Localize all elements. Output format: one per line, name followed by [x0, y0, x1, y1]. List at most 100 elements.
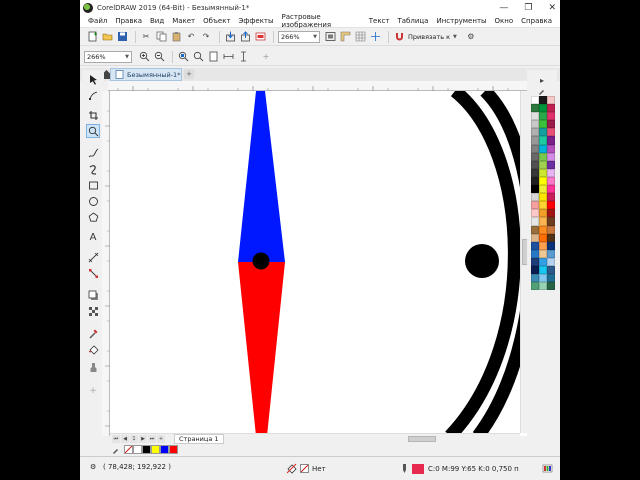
- palette-swatch[interactable]: [547, 120, 555, 129]
- page-count-icon[interactable]: 1: [130, 434, 138, 443]
- palette-swatch[interactable]: [547, 257, 555, 266]
- palette-swatch[interactable]: [547, 274, 555, 283]
- show-rulers-icon[interactable]: [339, 31, 351, 43]
- ellipse-tool-icon[interactable]: [86, 194, 100, 208]
- palette-swatch[interactable]: [531, 136, 539, 145]
- palette-swatch[interactable]: [531, 241, 539, 250]
- palette-swatch[interactable]: [531, 112, 539, 121]
- palette-eyedropper-icon[interactable]: [536, 84, 548, 96]
- eyedropper-tool-icon[interactable]: [86, 326, 100, 340]
- palette-swatch[interactable]: [547, 241, 555, 250]
- zoom-level-combo[interactable]: 266% ▼: [278, 30, 320, 43]
- vertical-ruler[interactable]: [102, 91, 110, 436]
- palette-swatch[interactable]: [531, 104, 539, 113]
- rectangle-tool-icon[interactable]: [86, 178, 100, 192]
- menu-object[interactable]: Объект: [203, 17, 230, 25]
- palette-swatch[interactable]: [539, 209, 547, 218]
- no-color-swatch[interactable]: [124, 444, 133, 454]
- palette-swatch[interactable]: [531, 233, 539, 242]
- smart-fill-tool-icon[interactable]: [86, 360, 100, 374]
- zoom-in-icon[interactable]: [138, 51, 150, 63]
- parallel-dimension-tool-icon[interactable]: [86, 250, 100, 264]
- menu-effects[interactable]: Эффекты: [239, 17, 274, 25]
- palette-swatch[interactable]: [547, 265, 555, 275]
- palette-eyedropper-icon[interactable]: [110, 443, 122, 455]
- palette-swatch[interactable]: [539, 160, 547, 169]
- palette-swatch[interactable]: [547, 176, 555, 186]
- menu-window[interactable]: Окно: [495, 17, 514, 25]
- palette-swatch[interactable]: [539, 225, 547, 234]
- pick-tool-icon[interactable]: [86, 72, 100, 86]
- palette-swatch[interactable]: [539, 176, 547, 186]
- next-page-icon[interactable]: ▶: [139, 434, 147, 443]
- palette-swatch[interactable]: [547, 193, 555, 202]
- palette-swatch[interactable]: [531, 265, 539, 275]
- menu-file[interactable]: Файл: [88, 17, 107, 25]
- document-palette-swatch[interactable]: [142, 444, 151, 454]
- copy-icon[interactable]: [155, 31, 167, 43]
- new-document-icon[interactable]: [86, 31, 98, 43]
- minimize-button[interactable]: —: [499, 3, 508, 13]
- save-icon[interactable]: [116, 31, 128, 43]
- palette-swatch[interactable]: [547, 233, 555, 242]
- fill-indicator[interactable]: Нет: [286, 463, 326, 474]
- document-palette-swatch[interactable]: [169, 444, 178, 454]
- add-page-icon[interactable]: +: [157, 434, 165, 443]
- palette-swatch[interactable]: [531, 193, 539, 202]
- publish-pdf-icon[interactable]: [254, 31, 266, 43]
- first-page-icon[interactable]: ⏮: [112, 434, 120, 443]
- palette-swatch[interactable]: [539, 217, 547, 226]
- palette-swatch[interactable]: [547, 160, 555, 169]
- palette-swatch[interactable]: [547, 282, 555, 291]
- snap-magnet-icon[interactable]: [393, 31, 405, 43]
- status-gear-icon[interactable]: ⚙: [90, 463, 96, 471]
- palette-swatch[interactable]: [539, 265, 547, 275]
- menu-help[interactable]: Справка: [521, 17, 552, 25]
- center-dot[interactable]: [465, 244, 499, 278]
- new-tab-button[interactable]: +: [184, 69, 194, 79]
- palette-swatch[interactable]: [531, 185, 539, 194]
- palette-swatch[interactable]: [547, 249, 555, 258]
- palette-swatch[interactable]: [547, 152, 555, 161]
- palette-swatch[interactable]: [539, 249, 547, 258]
- palette-swatch[interactable]: [539, 241, 547, 250]
- palette-swatch[interactable]: [539, 144, 547, 153]
- zoom-all-objects-icon[interactable]: [192, 51, 204, 63]
- palette-swatch[interactable]: [539, 193, 547, 202]
- needle-pivot[interactable]: [252, 252, 270, 270]
- zoom-out-icon[interactable]: [153, 51, 165, 63]
- redo-icon[interactable]: ↷: [200, 31, 212, 43]
- zoom-selected-icon[interactable]: [177, 51, 189, 63]
- connector-tool-icon[interactable]: [86, 266, 100, 280]
- palette-swatch[interactable]: [539, 233, 547, 242]
- palette-swatch[interactable]: [547, 96, 555, 105]
- palette-swatch[interactable]: [531, 201, 539, 210]
- artistic-media-tool-icon[interactable]: [86, 162, 100, 176]
- menu-tools[interactable]: Инструменты: [436, 17, 486, 25]
- text-tool-icon[interactable]: A: [86, 230, 100, 244]
- palette-swatch[interactable]: [531, 168, 539, 177]
- last-page-icon[interactable]: ⏭: [148, 434, 156, 443]
- palette-swatch[interactable]: [531, 249, 539, 258]
- export-icon[interactable]: [239, 31, 251, 43]
- document-palette-swatch[interactable]: [151, 444, 160, 454]
- chevron-down-icon[interactable]: ▼: [453, 34, 457, 40]
- palette-swatch[interactable]: [531, 282, 539, 291]
- palette-swatch[interactable]: [539, 201, 547, 210]
- crop-tool-icon[interactable]: [86, 108, 100, 122]
- palette-swatch[interactable]: [531, 274, 539, 283]
- snap-to-label[interactable]: Привязать к: [408, 33, 450, 41]
- palette-swatch[interactable]: [547, 225, 555, 234]
- paste-icon[interactable]: [170, 31, 182, 43]
- palette-swatch[interactable]: [539, 152, 547, 161]
- menu-layout[interactable]: Макет: [172, 17, 195, 25]
- import-icon[interactable]: [224, 31, 236, 43]
- interactive-fill-tool-icon[interactable]: [86, 342, 100, 356]
- palette-swatch[interactable]: [547, 185, 555, 194]
- open-icon[interactable]: [101, 31, 113, 43]
- palette-swatch[interactable]: [539, 257, 547, 266]
- palette-swatch[interactable]: [531, 144, 539, 153]
- menu-text[interactable]: Текст: [369, 17, 390, 25]
- menu-table[interactable]: Таблица: [397, 17, 428, 25]
- palette-swatch[interactable]: [547, 201, 555, 210]
